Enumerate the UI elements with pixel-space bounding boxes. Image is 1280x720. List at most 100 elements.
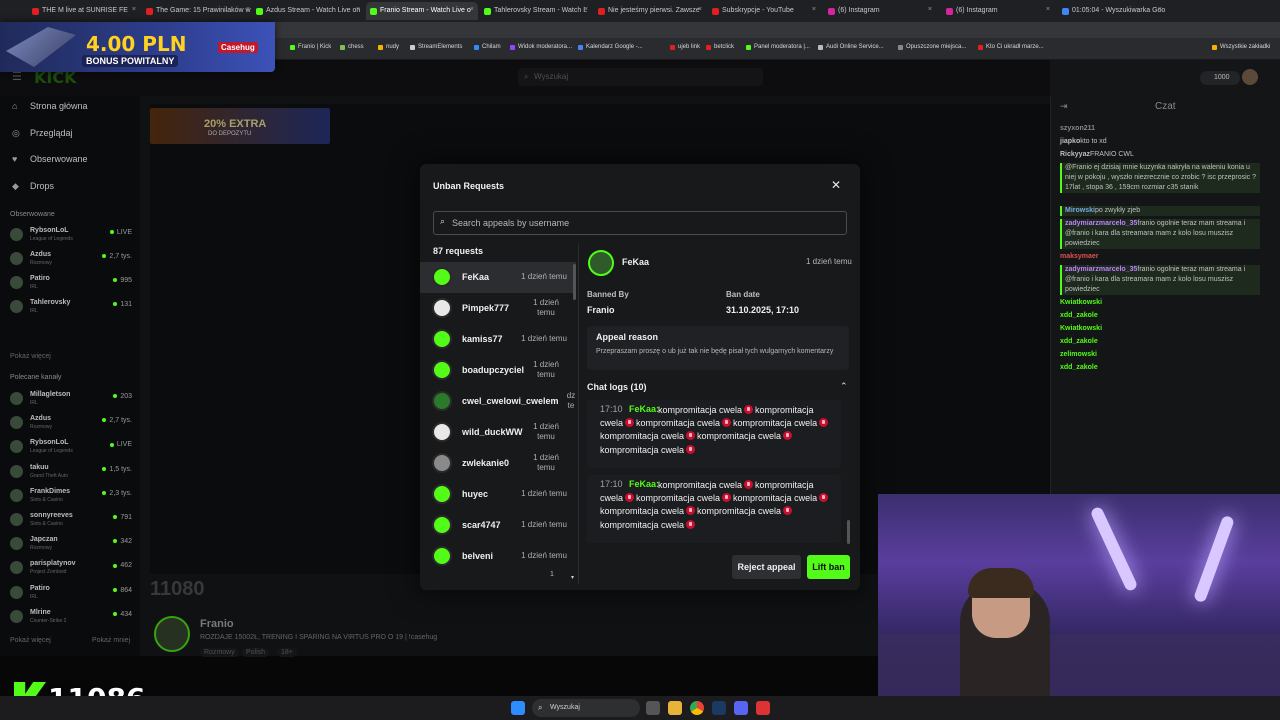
bookmark-item[interactable]: nudy bbox=[378, 44, 399, 50]
browser-tab[interactable]: 01:05:04 - Wyszukiwarka Goo × bbox=[1058, 2, 1166, 20]
recommended-channel[interactable]: parisplatynov Project Zomboid 462 bbox=[10, 559, 132, 579]
chevron-up-icon[interactable]: ⌃ bbox=[840, 381, 848, 392]
close-icon[interactable]: × bbox=[132, 6, 136, 13]
request-list-scrollbar[interactable] bbox=[573, 264, 576, 300]
followed-channel[interactable]: Azdus Rozmowy 2,7 tys. bbox=[10, 250, 132, 270]
recommended-channel[interactable]: Japczan Rozmowy 342 bbox=[10, 535, 132, 555]
request-list-item[interactable]: zwlekanie0 1 dzień temu bbox=[420, 448, 576, 479]
chat-username[interactable]: xdd_zakole bbox=[1060, 338, 1098, 345]
recommended-channel[interactable]: takuu Grand Theft Auto 1,5 tys. bbox=[10, 463, 132, 483]
sidebar-nav-item[interactable]: ◎ Przeglądaj bbox=[12, 128, 73, 138]
chat-username[interactable]: szyxon211 bbox=[1060, 125, 1095, 132]
bookmark-item[interactable]: Kto Ci ukradł marze... bbox=[978, 44, 1044, 50]
browser-tab[interactable]: Tahlerovsky Stream - Watch L × bbox=[480, 2, 592, 20]
request-list-item[interactable]: cwel_cwelowi_cwelem dz te bbox=[420, 386, 576, 417]
recommended-channel[interactable]: FrankDimes Slots & Casino 2,3 tys. bbox=[10, 487, 132, 507]
bookmark-item[interactable]: StreamElements bbox=[410, 44, 462, 50]
discord-icon[interactable] bbox=[734, 701, 748, 715]
bookmark-item[interactable]: Opuszczone miejsca... bbox=[898, 44, 966, 50]
close-icon[interactable]: × bbox=[356, 6, 360, 13]
bookmark-item[interactable]: Franio | Kick bbox=[290, 44, 331, 50]
chat-username[interactable]: Rickyyaz bbox=[1060, 151, 1090, 158]
kicks-counter[interactable]: 1000 bbox=[1200, 71, 1240, 85]
bookmark-item[interactable]: Panel moderatora |... bbox=[746, 44, 810, 50]
chat-collapse-icon[interactable]: ⇥ bbox=[1060, 101, 1068, 112]
followed-channel[interactable]: RybsonLoL League of Legends LIVE bbox=[10, 226, 132, 246]
close-icon[interactable]: × bbox=[812, 6, 816, 13]
request-list-item[interactable]: kamiss77 1 dzień temu bbox=[420, 324, 576, 355]
close-icon[interactable]: × bbox=[584, 6, 588, 13]
start-icon[interactable] bbox=[511, 701, 525, 715]
close-icon[interactable]: ✕ bbox=[829, 178, 843, 192]
bookmark-item[interactable]: betclick bbox=[706, 44, 734, 50]
bookmark-item[interactable]: chess bbox=[340, 44, 364, 50]
browser-tab[interactable]: The Game: 15 Prawinilaków w × bbox=[142, 2, 254, 20]
bookmark-item[interactable]: Kalendarz Google -... bbox=[578, 44, 643, 50]
promo-banner[interactable]: 4.00 PLN BONUS POWITALNY Casehug bbox=[0, 22, 275, 72]
chat-username[interactable]: xdd_zakole bbox=[1060, 364, 1098, 371]
chat-username[interactable]: zadymiarzmarcelo_35 bbox=[1065, 220, 1137, 227]
recommended-channel[interactable]: Mlrine Counter-Strike 2 434 bbox=[10, 608, 132, 628]
chat-logs-label[interactable]: Chat logs (10) bbox=[587, 382, 647, 392]
request-list-item[interactable]: scar4747 1 dzień temu bbox=[420, 510, 576, 541]
scroll-down-icon[interactable]: ▾ bbox=[571, 574, 574, 581]
chat-username[interactable]: xdd_zakole bbox=[1060, 312, 1098, 319]
close-icon[interactable]: × bbox=[1158, 6, 1162, 13]
recommended-channel[interactable]: Patiro IRL 864 bbox=[10, 584, 132, 604]
chat-username[interactable]: Kwiatkowski bbox=[1060, 325, 1102, 332]
recommended-channel[interactable]: sonnyreeves Slots & Casino 791 bbox=[10, 511, 132, 531]
request-list-item[interactable]: FeKaa 1 dzień temu bbox=[420, 262, 576, 293]
sidebar-nav-item[interactable]: ⌂ Strona główna bbox=[12, 101, 88, 111]
chat-username[interactable]: zadymiarzmarcelo_35 bbox=[1065, 266, 1137, 273]
sidebar-nav-item[interactable]: ◆ Drops bbox=[12, 181, 54, 191]
app-icon[interactable] bbox=[756, 701, 770, 715]
chat-username[interactable]: jiapko bbox=[1060, 138, 1080, 145]
show-more-link[interactable]: Pokaż więcej bbox=[10, 637, 51, 644]
request-list-item[interactable]: wild_duckWW 1 dzień temu bbox=[420, 417, 576, 448]
followed-channel[interactable]: Patiro IRL 995 bbox=[10, 274, 132, 294]
lift-ban-button[interactable]: Lift ban bbox=[807, 555, 850, 579]
taskbar-search[interactable]: Wyszukaj bbox=[532, 699, 640, 717]
browser-tab[interactable]: (6) Instagram × bbox=[824, 2, 936, 20]
bookmark-item[interactable]: Wszystkie zakładki bbox=[1212, 44, 1270, 50]
followed-channel[interactable]: Tahlerovsky IRL 131 bbox=[10, 298, 132, 318]
sidebar-nav-item[interactable]: ♥ Obserwowane bbox=[12, 154, 88, 164]
show-less-link[interactable]: Pokaż mniej bbox=[92, 637, 130, 644]
browser-tab[interactable]: Franio Stream - Watch Live o × bbox=[366, 2, 478, 20]
close-icon[interactable]: × bbox=[1046, 6, 1050, 13]
chat-username[interactable]: zelimowski bbox=[1060, 351, 1097, 358]
browser-tab[interactable]: Nie jesteśmy pierwsi. Zawsze × bbox=[594, 2, 706, 20]
browser-tab[interactable]: Azdus Stream - Watch Live on × bbox=[252, 2, 364, 20]
steam-icon[interactable] bbox=[712, 701, 726, 715]
browser-tab[interactable]: THE M live at SUNRISE FE × bbox=[28, 2, 140, 20]
appeal-search-input[interactable]: Search appeals by username bbox=[433, 211, 847, 235]
request-list-item[interactable]: huyec 1 dzień temu bbox=[420, 479, 576, 510]
bookmark-item[interactable]: Audi Online Service... bbox=[818, 44, 884, 50]
request-list-item[interactable]: Pimpek777 1 dzień temu bbox=[420, 293, 576, 324]
file-explorer-icon[interactable] bbox=[668, 701, 682, 715]
close-icon[interactable]: × bbox=[928, 6, 932, 13]
chat-logs-scrollbar[interactable] bbox=[847, 520, 850, 544]
user-avatar[interactable] bbox=[1242, 69, 1258, 85]
bookmark-item[interactable]: ujeb link bbox=[670, 44, 700, 50]
bookmark-label: chess bbox=[348, 44, 364, 50]
browser-tab[interactable]: (6) Instagram × bbox=[942, 2, 1054, 20]
show-more-link[interactable]: Pokaż więcej bbox=[10, 353, 51, 360]
bookmark-item[interactable]: Chilam bbox=[474, 44, 501, 50]
recommended-channel[interactable]: Azdus Rozmowy 2,7 tys. bbox=[10, 414, 132, 434]
request-list-item[interactable]: belveni 1 dzień temu bbox=[420, 541, 576, 572]
close-icon[interactable]: × bbox=[470, 6, 474, 13]
chat-username[interactable]: Mirowski bbox=[1065, 207, 1095, 214]
recommended-channel[interactable]: Millagletson IRL 203 bbox=[10, 390, 132, 410]
bookmark-item[interactable]: Widok moderatora... bbox=[510, 44, 572, 50]
close-icon[interactable]: × bbox=[698, 6, 702, 13]
recommended-channel[interactable]: RybsonLoL League of Legends LIVE bbox=[10, 438, 132, 458]
request-list-item[interactable]: boadupczyciel 1 dzień temu bbox=[420, 355, 576, 386]
browser-tab[interactable]: Subskrypcje - YouTube × bbox=[708, 2, 820, 20]
chrome-icon[interactable] bbox=[690, 701, 704, 715]
task-view-icon[interactable] bbox=[646, 701, 660, 715]
chat-username[interactable]: Kwiatkowski bbox=[1060, 299, 1102, 306]
chat-username[interactable]: maksymaer bbox=[1060, 253, 1099, 260]
reject-appeal-button[interactable]: Reject appeal bbox=[732, 555, 801, 579]
close-icon[interactable]: × bbox=[246, 6, 250, 13]
